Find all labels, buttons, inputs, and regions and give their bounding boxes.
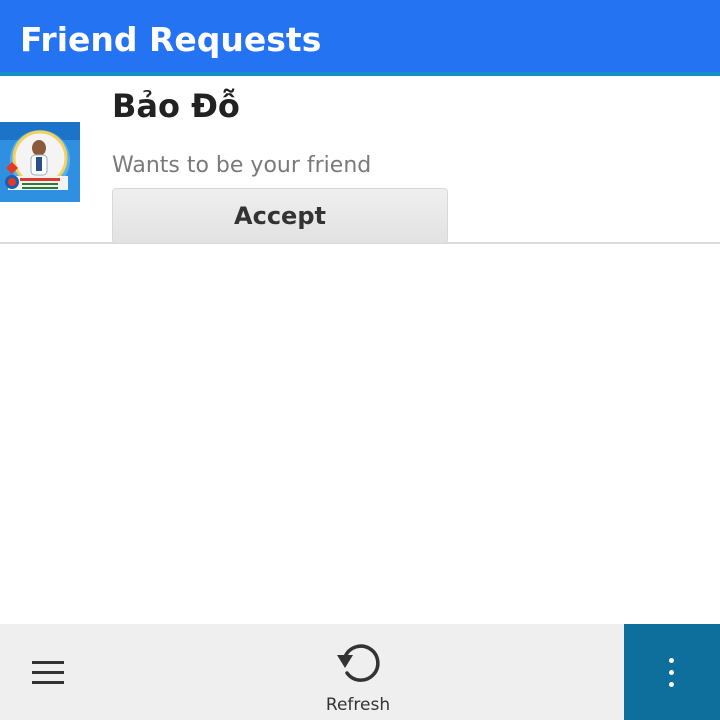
more-icon-dot <box>669 682 674 687</box>
menu-icon-bar <box>32 681 64 684</box>
overflow-menu-button[interactable] <box>624 624 720 720</box>
action-bar: Refresh <box>0 624 720 720</box>
more-icon-dot <box>669 670 674 675</box>
avatar-image <box>0 122 80 202</box>
menu-icon-bar <box>32 661 64 664</box>
title-bar: Friend Requests <box>0 0 720 76</box>
accept-button[interactable]: Accept <box>112 188 448 244</box>
menu-button[interactable] <box>0 624 96 720</box>
page-title: Friend Requests <box>20 20 322 59</box>
app-window: Friend Requests Bảo Đỗ Wants to be your … <box>0 0 720 720</box>
friend-request-item: Bảo Đỗ Wants to be your friend Accept <box>0 80 720 244</box>
refresh-button[interactable]: Refresh <box>300 624 416 720</box>
avatar[interactable] <box>0 122 80 202</box>
refresh-label: Refresh <box>325 695 391 715</box>
menu-icon-bar <box>32 671 64 674</box>
refresh-icon <box>337 644 380 682</box>
requester-name: Bảo Đỗ <box>112 87 240 125</box>
request-message: Wants to be your friend <box>112 153 372 178</box>
more-icon-dot <box>669 658 674 663</box>
